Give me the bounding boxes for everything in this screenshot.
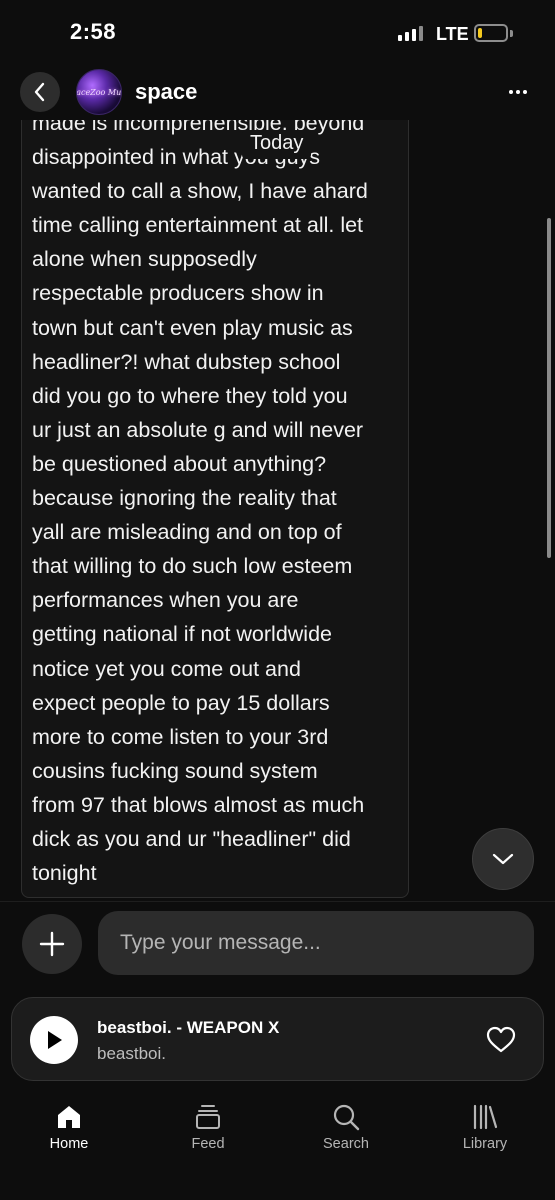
chevron-down-icon [492, 853, 514, 865]
message-line: made is incomprehensible. beyond [32, 120, 365, 135]
message-line: expect people to pay 15 dollars [32, 690, 330, 715]
message-line: disappointed in what you guys [32, 145, 321, 170]
more-horizontal-icon [509, 90, 513, 94]
message-line: respectable producers show in [32, 281, 324, 306]
chevron-left-icon [34, 82, 45, 102]
tab-label: Search [323, 1136, 369, 1152]
tab-label: Home [49, 1136, 89, 1152]
tab-search[interactable]: Search [296, 1092, 396, 1162]
plus-icon [39, 931, 65, 957]
message-line: did you go to where they told you [32, 383, 348, 408]
message-line: more to come listen to your 3rd [32, 724, 329, 749]
message-text: made is incomprehensible. beyond disappoi… [32, 120, 404, 890]
battery-icon [474, 24, 508, 42]
more-options-button[interactable] [500, 80, 536, 104]
date-separator: Today [242, 130, 312, 159]
library-icon [473, 1104, 498, 1130]
message-line: notice yet you come out and [32, 656, 301, 681]
status-bar: 2:58 LTE [0, 0, 555, 66]
message-line: from 97 that blows almost as much [32, 792, 365, 817]
add-attachment-button[interactable] [22, 914, 82, 974]
scroll-to-bottom-button[interactable] [472, 828, 534, 890]
message-line: be questioned about anything? [32, 451, 327, 476]
message-line: because ignoring the reality that [32, 486, 337, 511]
back-button[interactable] [20, 72, 60, 112]
signal-icon [398, 26, 423, 41]
divider [0, 901, 555, 902]
message-line: wanted to call a show, I have ahard [32, 179, 368, 204]
message-input[interactable] [98, 911, 534, 975]
search-icon [333, 1104, 360, 1131]
tab-feed[interactable]: Feed [158, 1092, 258, 1162]
home-icon [58, 1106, 80, 1128]
message-line: performances when you are [32, 588, 299, 613]
message-line: yall are misleading and on top of [32, 520, 342, 545]
track-artist: beastboi. [97, 1044, 166, 1063]
message-line: dick as you and ur "headliner" did [32, 826, 351, 851]
chat-header: SpaceZoo Music space [0, 66, 555, 120]
message-line: town but can't even play music as [32, 315, 353, 340]
play-button[interactable] [30, 1016, 78, 1064]
message-line: tonight [32, 861, 97, 886]
play-icon [48, 1031, 62, 1049]
message-line: alone when supposedly [32, 247, 257, 272]
message-line: time calling entertainment at all. let [32, 213, 364, 238]
avatar[interactable]: SpaceZoo Music [76, 69, 122, 115]
network-type: LTE [436, 24, 469, 44]
battery-nub [510, 30, 513, 37]
tab-bar: Home Feed Search Library [0, 1092, 555, 1162]
message-line: that willing to do such low esteem [32, 554, 353, 579]
tab-label: Library [462, 1136, 508, 1152]
conversation-title[interactable]: space [135, 79, 197, 105]
message-line: ur just an absolute g and will never [32, 417, 364, 442]
like-button[interactable] [484, 1024, 518, 1056]
message-list[interactable]: made is incomprehensible. beyond disappoi… [0, 120, 555, 902]
now-playing-bar[interactable]: beastboi. - WEAPON X beastboi. [11, 997, 544, 1081]
battery-level [478, 28, 482, 38]
tab-library[interactable]: Library [435, 1092, 535, 1162]
scrollbar[interactable] [547, 218, 551, 558]
message-line: cousins fucking sound system [32, 758, 318, 783]
feed-icon [196, 1105, 220, 1129]
avatar-logo-text: SpaceZoo Music [76, 87, 122, 97]
message-line: headliner?! what dubstep school [32, 349, 341, 374]
message-line: getting national if not worldwide [32, 622, 332, 647]
status-time: 2:58 [70, 19, 117, 44]
track-title: beastboi. - WEAPON X [97, 1018, 280, 1037]
heart-icon [486, 1026, 516, 1053]
tab-label: Feed [191, 1136, 225, 1152]
tab-home[interactable]: Home [19, 1092, 119, 1162]
